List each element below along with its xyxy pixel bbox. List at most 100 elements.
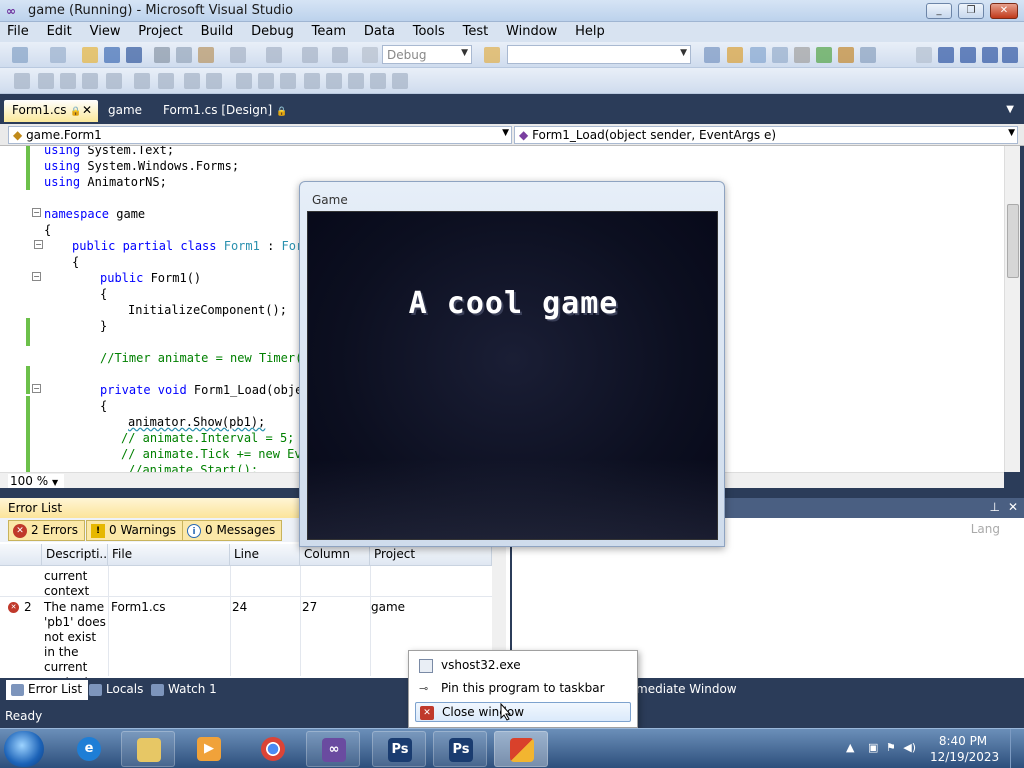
error-description[interactable]: The name 'pb1' does not exist in the cur… — [44, 600, 106, 690]
solution-explorer-icon[interactable] — [704, 47, 720, 63]
column-header-project[interactable]: Project — [370, 544, 492, 566]
collapse-icon[interactable]: − — [34, 240, 43, 249]
lock-controls-icon[interactable] — [348, 73, 364, 89]
tab-form1-cs[interactable]: Form1.cs 🔒 ✕ — [4, 100, 98, 122]
column-header-blank[interactable] — [0, 544, 42, 566]
taskbar-explorer[interactable] — [121, 731, 175, 767]
menu-view[interactable]: View — [83, 22, 128, 41]
pin-icon[interactable]: ⊥ — [990, 500, 1000, 514]
taskbar-photoshop-2[interactable]: Ps — [433, 731, 487, 767]
column-header-description[interactable]: Descripti... — [42, 544, 111, 566]
column-header-line[interactable]: Line — [230, 544, 300, 566]
redo-icon[interactable] — [266, 47, 282, 63]
menu-debug[interactable]: Debug — [244, 22, 301, 41]
extension-manager-icon[interactable] — [838, 47, 854, 63]
start-debugging-icon[interactable] — [362, 47, 378, 63]
taskbar-chrome[interactable] — [246, 731, 300, 767]
jump-list-pin[interactable]: ⊸ Pin this program to taskbar — [415, 679, 631, 699]
menu-edit[interactable]: Edit — [40, 22, 79, 41]
column-header-file[interactable]: File — [108, 544, 230, 566]
menu-file[interactable]: File — [0, 22, 36, 41]
tab-error-list[interactable]: Error List — [6, 680, 89, 700]
game-window[interactable]: Game A cool game — [299, 181, 725, 547]
tab-order-icon[interactable] — [326, 73, 342, 89]
network-icon[interactable]: ▣ — [868, 741, 878, 754]
system-clock[interactable]: 8:40 PM 12/19/2023 — [930, 733, 999, 765]
toolbox-icon[interactable] — [772, 47, 788, 63]
menu-team[interactable]: Team — [305, 22, 353, 41]
find-combo[interactable]: ▼ — [507, 45, 691, 64]
tab-watch-1[interactable]: Watch 1 — [146, 680, 223, 700]
add-item-icon[interactable] — [50, 47, 66, 63]
zoom-combo[interactable]: 100 % ▼ — [8, 474, 64, 488]
menu-project[interactable]: Project — [131, 22, 189, 41]
snap-to-grid-icon[interactable] — [392, 73, 408, 89]
undo-icon[interactable] — [230, 47, 246, 63]
taskbar-game-app[interactable] — [494, 731, 548, 767]
volume-icon[interactable]: ◀) — [903, 741, 916, 754]
tab-overflow-icon[interactable]: ▼ — [1006, 104, 1014, 115]
collapse-icon[interactable]: − — [32, 384, 41, 393]
menu-tools[interactable]: Tools — [406, 22, 452, 41]
stop-debugging-icon[interactable] — [960, 47, 976, 63]
properties-icon[interactable] — [727, 47, 743, 63]
center-vertically-icon[interactable] — [258, 73, 274, 89]
show-desktop-button[interactable] — [1010, 729, 1024, 768]
start-button-icon[interactable] — [4, 731, 44, 767]
copy-icon[interactable] — [176, 47, 192, 63]
solution-config-dropdown[interactable]: Debug ▼ — [382, 45, 472, 64]
scroll-thumb[interactable] — [1007, 204, 1019, 278]
taskbar-photoshop-1[interactable]: Ps — [372, 731, 426, 767]
paste-icon[interactable] — [198, 47, 214, 63]
warnings-filter-button[interactable]: ! 0 Warnings — [86, 520, 184, 541]
taskbar-visual-studio[interactable]: ∞ — [306, 731, 360, 767]
horizontal-spacing-icon[interactable] — [184, 73, 200, 89]
align-middles-icon[interactable] — [106, 73, 122, 89]
editor-vertical-scrollbar[interactable] — [1004, 146, 1020, 472]
navigate-back-icon[interactable] — [302, 47, 318, 63]
action-center-icon[interactable]: ⚑ — [886, 741, 896, 754]
close-button[interactable]: ✕ — [990, 3, 1018, 19]
new-project-icon[interactable] — [12, 47, 28, 63]
send-to-back-icon[interactable] — [304, 73, 320, 89]
align-tops-icon[interactable] — [82, 73, 98, 89]
column-header-column[interactable]: Column — [300, 544, 370, 566]
menu-help[interactable]: Help — [568, 22, 612, 41]
tab-game[interactable]: game — [100, 100, 150, 122]
close-icon[interactable]: ✕ — [82, 103, 92, 117]
start-page-icon[interactable] — [816, 47, 832, 63]
align-lefts-icon[interactable] — [14, 73, 30, 89]
menu-build[interactable]: Build — [194, 22, 241, 41]
align-centers-icon[interactable] — [38, 73, 54, 89]
tab-immediate-window[interactable]: mediate Window — [630, 680, 743, 700]
cut-icon[interactable] — [154, 47, 170, 63]
continue-icon[interactable] — [916, 47, 932, 63]
taskbar-media-player[interactable]: ▶ — [182, 731, 236, 767]
show-hidden-icons-icon[interactable]: ▲ — [846, 741, 854, 754]
object-browser-icon[interactable] — [750, 47, 766, 63]
make-same-width-icon[interactable] — [134, 73, 150, 89]
tab-form1-design[interactable]: Form1.cs [Design] 🔒 — [155, 100, 295, 122]
class-combo[interactable]: ◆ game.Form1 ▼ — [8, 126, 512, 144]
collapse-icon[interactable]: − — [32, 272, 41, 281]
bring-to-front-icon[interactable] — [280, 73, 296, 89]
jump-list-vshost32[interactable]: vshost32.exe — [415, 656, 631, 676]
close-icon[interactable]: ✕ — [1008, 500, 1018, 514]
show-next-statement-icon[interactable] — [1002, 47, 1018, 63]
restart-icon[interactable] — [982, 47, 998, 63]
tab-locals[interactable]: Locals — [84, 680, 149, 700]
center-horizontally-icon[interactable] — [236, 73, 252, 89]
menu-test[interactable]: Test — [456, 22, 496, 41]
tools-icon[interactable] — [794, 47, 810, 63]
vertical-spacing-icon[interactable] — [206, 73, 222, 89]
messages-filter-button[interactable]: i 0 Messages — [182, 520, 283, 541]
navigate-forward-icon[interactable] — [332, 47, 348, 63]
size-to-grid-icon[interactable] — [370, 73, 386, 89]
jump-list-close-window[interactable]: ✕ Close window — [415, 702, 631, 722]
restore-button[interactable]: ❐ — [958, 3, 984, 19]
find-in-files-icon[interactable] — [484, 47, 500, 63]
align-rights-icon[interactable] — [60, 73, 76, 89]
command-window-icon[interactable] — [860, 47, 876, 63]
taskbar-internet-explorer[interactable]: e — [62, 731, 116, 767]
make-same-height-icon[interactable] — [158, 73, 174, 89]
